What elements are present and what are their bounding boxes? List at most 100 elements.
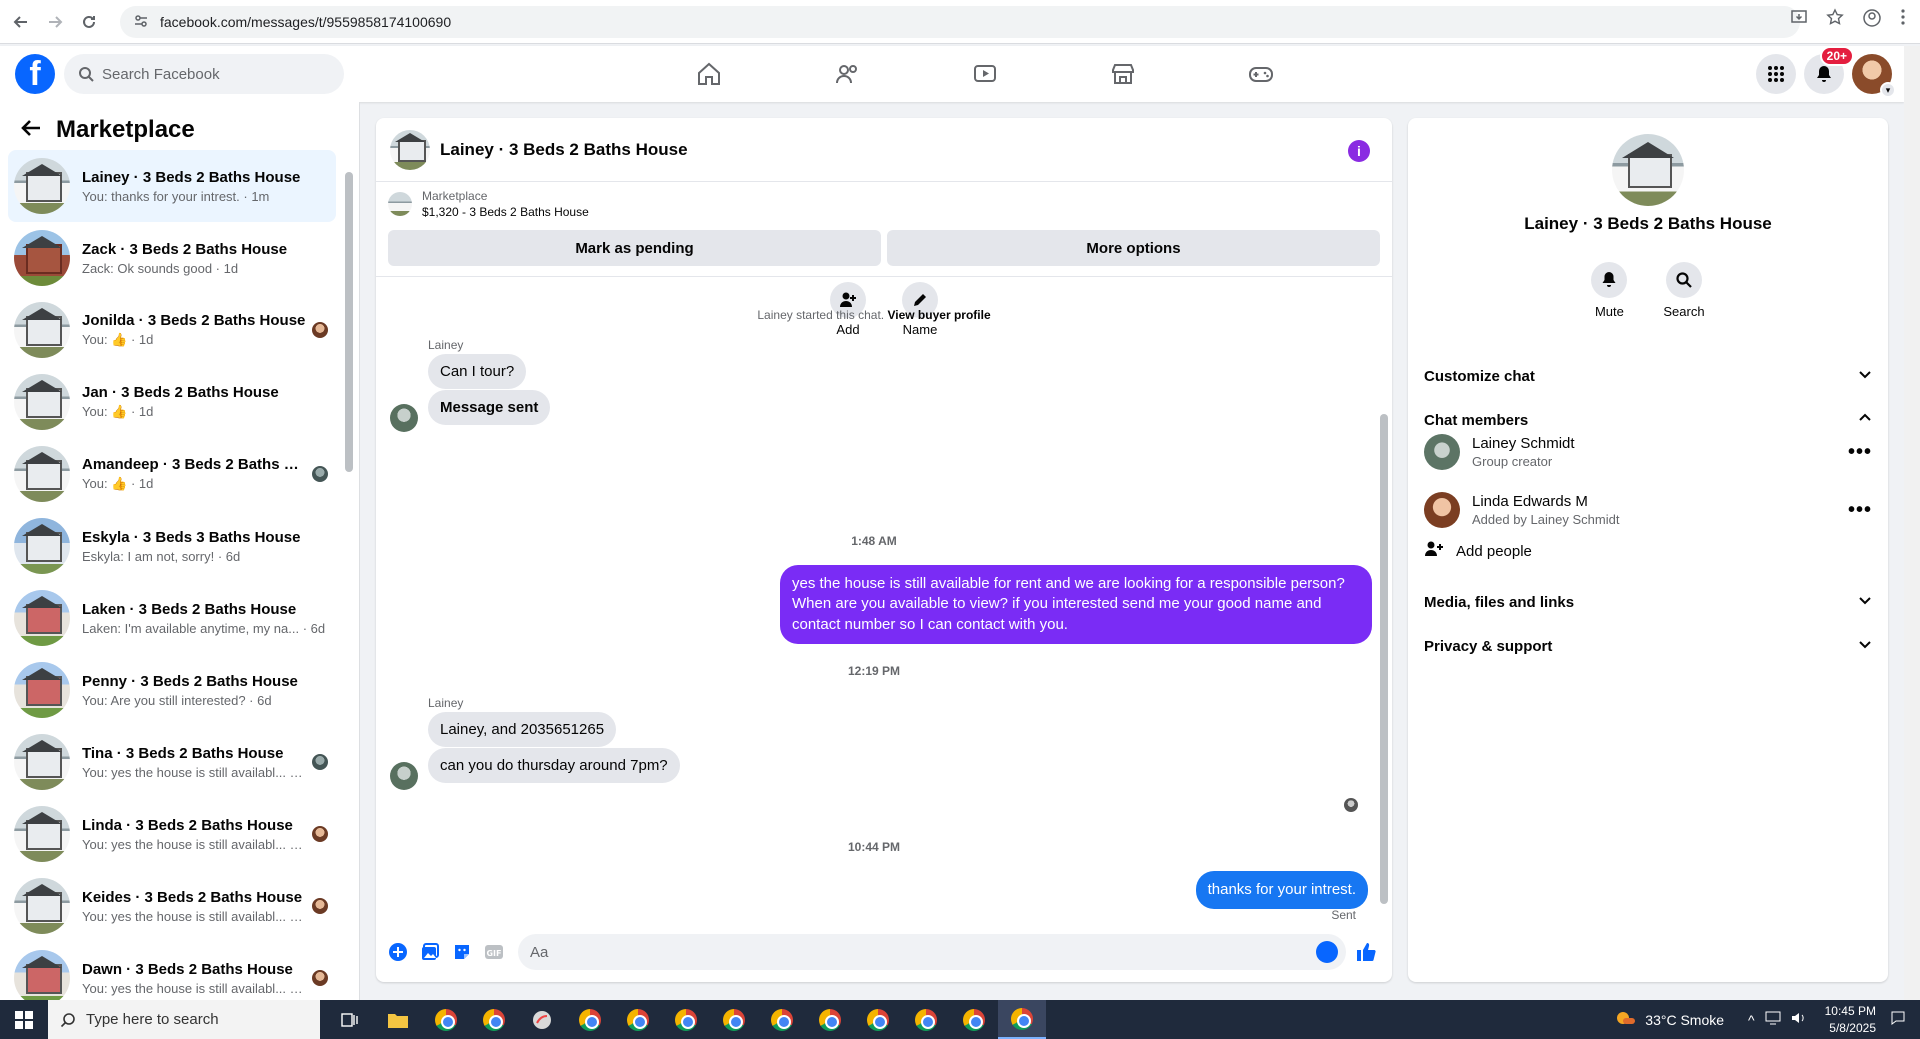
chevron-up-icon[interactable]: ^ xyxy=(1748,1012,1755,1028)
listing-source: Marketplace xyxy=(422,189,488,203)
address-bar[interactable]: facebook.com/messages/t/9559858174100690 xyxy=(120,6,1800,38)
chrome-profile-icon[interactable] xyxy=(806,1000,854,1039)
conversation-item[interactable]: Eskyla · 3 Beds 3 Baths House Eskyla: I a… xyxy=(8,510,336,582)
forward-icon[interactable] xyxy=(42,9,68,35)
conversation-item[interactable]: Jan · 3 Beds 2 Baths House You: 👍 · 1d xyxy=(8,366,336,438)
chrome-profile-icon[interactable] xyxy=(758,1000,806,1039)
chrome-icon[interactable] xyxy=(422,1000,470,1039)
main-navigation xyxy=(640,46,1330,102)
listing-summary[interactable]: Marketplace $1,320 - 3 Beds 2 Baths Hous… xyxy=(376,182,1392,226)
outgoing-message[interactable]: yes the house is still available for ren… xyxy=(780,565,1372,644)
page-scrollbar[interactable] xyxy=(1904,46,1920,1000)
mute-button[interactable]: Mute xyxy=(1591,262,1628,319)
chat-scrollbar[interactable] xyxy=(1380,284,1388,918)
conversation-item[interactable]: Amandeep · 3 Beds 2 Baths H... You: 👍 · 1… xyxy=(8,438,336,510)
media-files-section[interactable]: Media, files and links xyxy=(1424,584,1872,620)
more-options-button[interactable]: More options xyxy=(887,230,1380,266)
profile-icon[interactable] xyxy=(1862,8,1882,32)
conversation-item[interactable]: Zack · 3 Beds 2 Baths House Zack: Ok soun… xyxy=(8,222,336,294)
menu-kebab-icon[interactable] xyxy=(1900,8,1906,32)
photo-icon[interactable] xyxy=(416,938,444,966)
network-icon[interactable] xyxy=(1765,1011,1781,1028)
chat-member-item[interactable]: Lainey Schmidt Group creator ••• xyxy=(1424,428,1872,476)
chrome-profile-icon[interactable] xyxy=(710,1000,758,1039)
notification-center-icon[interactable] xyxy=(1890,1010,1906,1029)
conversation-item[interactable]: Keides · 3 Beds 2 Baths House You: yes th… xyxy=(8,870,336,942)
windows-start-icon[interactable] xyxy=(0,1000,48,1039)
incoming-message[interactable]: Message sent xyxy=(428,390,551,425)
friends-icon[interactable] xyxy=(778,46,916,102)
app-icon[interactable] xyxy=(518,1000,566,1039)
conversation-item[interactable]: Tina · 3 Beds 2 Baths House You: yes the … xyxy=(8,726,336,798)
incoming-message[interactable]: can you do thursday around 7pm? xyxy=(428,748,680,783)
chat-avatar[interactable] xyxy=(390,129,430,170)
chevron-up-icon xyxy=(1858,411,1872,429)
file-explorer-icon[interactable] xyxy=(374,1000,422,1039)
menu-grid-icon[interactable] xyxy=(1756,54,1796,94)
sticker-icon[interactable] xyxy=(448,938,476,966)
chrome-profile-icon[interactable] xyxy=(662,1000,710,1039)
conversation-item[interactable]: Jonilda · 3 Beds 2 Baths House You: 👍 · 1… xyxy=(8,294,336,366)
conversation-item[interactable]: Linda · 3 Beds 2 Baths House You: yes the… xyxy=(8,798,336,870)
task-view-icon[interactable] xyxy=(326,1000,374,1039)
listing-thumbnail xyxy=(388,192,412,216)
gaming-icon[interactable] xyxy=(1192,46,1330,102)
taskbar-search[interactable]: Type here to search xyxy=(48,1000,320,1039)
view-buyer-profile-link[interactable]: View buyer profile xyxy=(887,308,990,322)
chrome-profile-icon[interactable] xyxy=(614,1000,662,1039)
thumbs-up-icon[interactable] xyxy=(1352,938,1380,966)
info-icon[interactable]: i xyxy=(1348,140,1370,162)
facebook-logo-icon[interactable]: f xyxy=(15,54,55,94)
notifications-bell-icon[interactable]: 20+ xyxy=(1804,46,1854,94)
marketplace-icon[interactable] xyxy=(1054,46,1192,102)
chat-title[interactable]: Lainey · 3 Beds 2 Baths House xyxy=(440,140,688,160)
volume-icon[interactable] xyxy=(1791,1011,1807,1028)
reload-icon[interactable] xyxy=(76,9,102,35)
site-info-icon[interactable] xyxy=(134,14,148,31)
privacy-support-section[interactable]: Privacy & support xyxy=(1424,628,1872,664)
customize-chat-section[interactable]: Customize chat xyxy=(1424,358,1872,394)
sidebar-scrollbar[interactable] xyxy=(345,162,353,972)
conversation-item[interactable]: Lainey · 3 Beds 2 Baths House You: thanks… xyxy=(8,150,336,222)
add-people-button[interactable]: Add people xyxy=(1424,540,1532,562)
search-icon xyxy=(1665,262,1702,298)
more-options-icon[interactable]: ••• xyxy=(1848,441,1872,464)
mark-as-pending-button[interactable]: Mark as pending xyxy=(388,230,881,266)
bookmark-star-icon[interactable] xyxy=(1826,8,1844,32)
chrome-profile-icon[interactable] xyxy=(854,1000,902,1039)
listing-thumbnail xyxy=(14,950,70,1000)
outgoing-message[interactable]: thanks for your intrest. xyxy=(1195,871,1368,910)
account-avatar[interactable]: ▾ xyxy=(1852,54,1896,98)
conversation-item[interactable]: Penny · 3 Beds 2 Baths House You: Are you… xyxy=(8,654,336,726)
chrome-profile-icon[interactable] xyxy=(902,1000,950,1039)
emoji-icon[interactable] xyxy=(1316,941,1338,963)
chrome-profile-icon[interactable] xyxy=(950,1000,998,1039)
conversation-item[interactable]: Laken · 3 Beds 2 Baths House Laken: I'm a… xyxy=(8,582,336,654)
search-in-conversation-button[interactable]: Search xyxy=(1663,262,1705,319)
incoming-message[interactable]: Can I tour? xyxy=(428,354,527,389)
chrome-profile-icon[interactable] xyxy=(566,1000,614,1039)
system-clock[interactable]: 10:45 PM 5/8/2025 xyxy=(1825,1003,1876,1035)
scrollbar-thumb[interactable] xyxy=(1380,414,1388,904)
install-app-icon[interactable] xyxy=(1790,8,1808,32)
gif-icon[interactable]: GIF xyxy=(480,938,508,966)
back-arrow-icon[interactable] xyxy=(20,117,42,143)
video-icon[interactable] xyxy=(916,46,1054,102)
sender-name: Lainey xyxy=(428,696,464,710)
sender-avatar[interactable] xyxy=(390,762,418,790)
sender-avatar[interactable] xyxy=(390,404,418,432)
facebook-search-input[interactable]: Search Facebook xyxy=(64,54,344,94)
chrome-profile-icon[interactable] xyxy=(470,1000,518,1039)
more-options-icon[interactable]: ••• xyxy=(1848,499,1872,522)
chat-member-item[interactable]: Linda Edwards M Added by Lainey Schmidt … xyxy=(1424,486,1872,534)
conversation-item[interactable]: Dawn · 3 Beds 2 Baths House You: yes the … xyxy=(8,942,336,1000)
weather-widget[interactable]: 33°C Smoke xyxy=(1615,1009,1724,1030)
chat-profile-picture[interactable] xyxy=(1612,134,1684,206)
scrollbar-thumb[interactable] xyxy=(345,172,353,472)
back-icon[interactable] xyxy=(8,9,34,35)
plus-circle-icon[interactable] xyxy=(384,938,412,966)
message-input[interactable]: Aa xyxy=(518,934,1346,970)
chrome-active-icon[interactable] xyxy=(998,1000,1046,1039)
home-icon[interactable] xyxy=(640,46,778,102)
incoming-message[interactable]: Lainey, and 2035651265 xyxy=(428,712,617,747)
